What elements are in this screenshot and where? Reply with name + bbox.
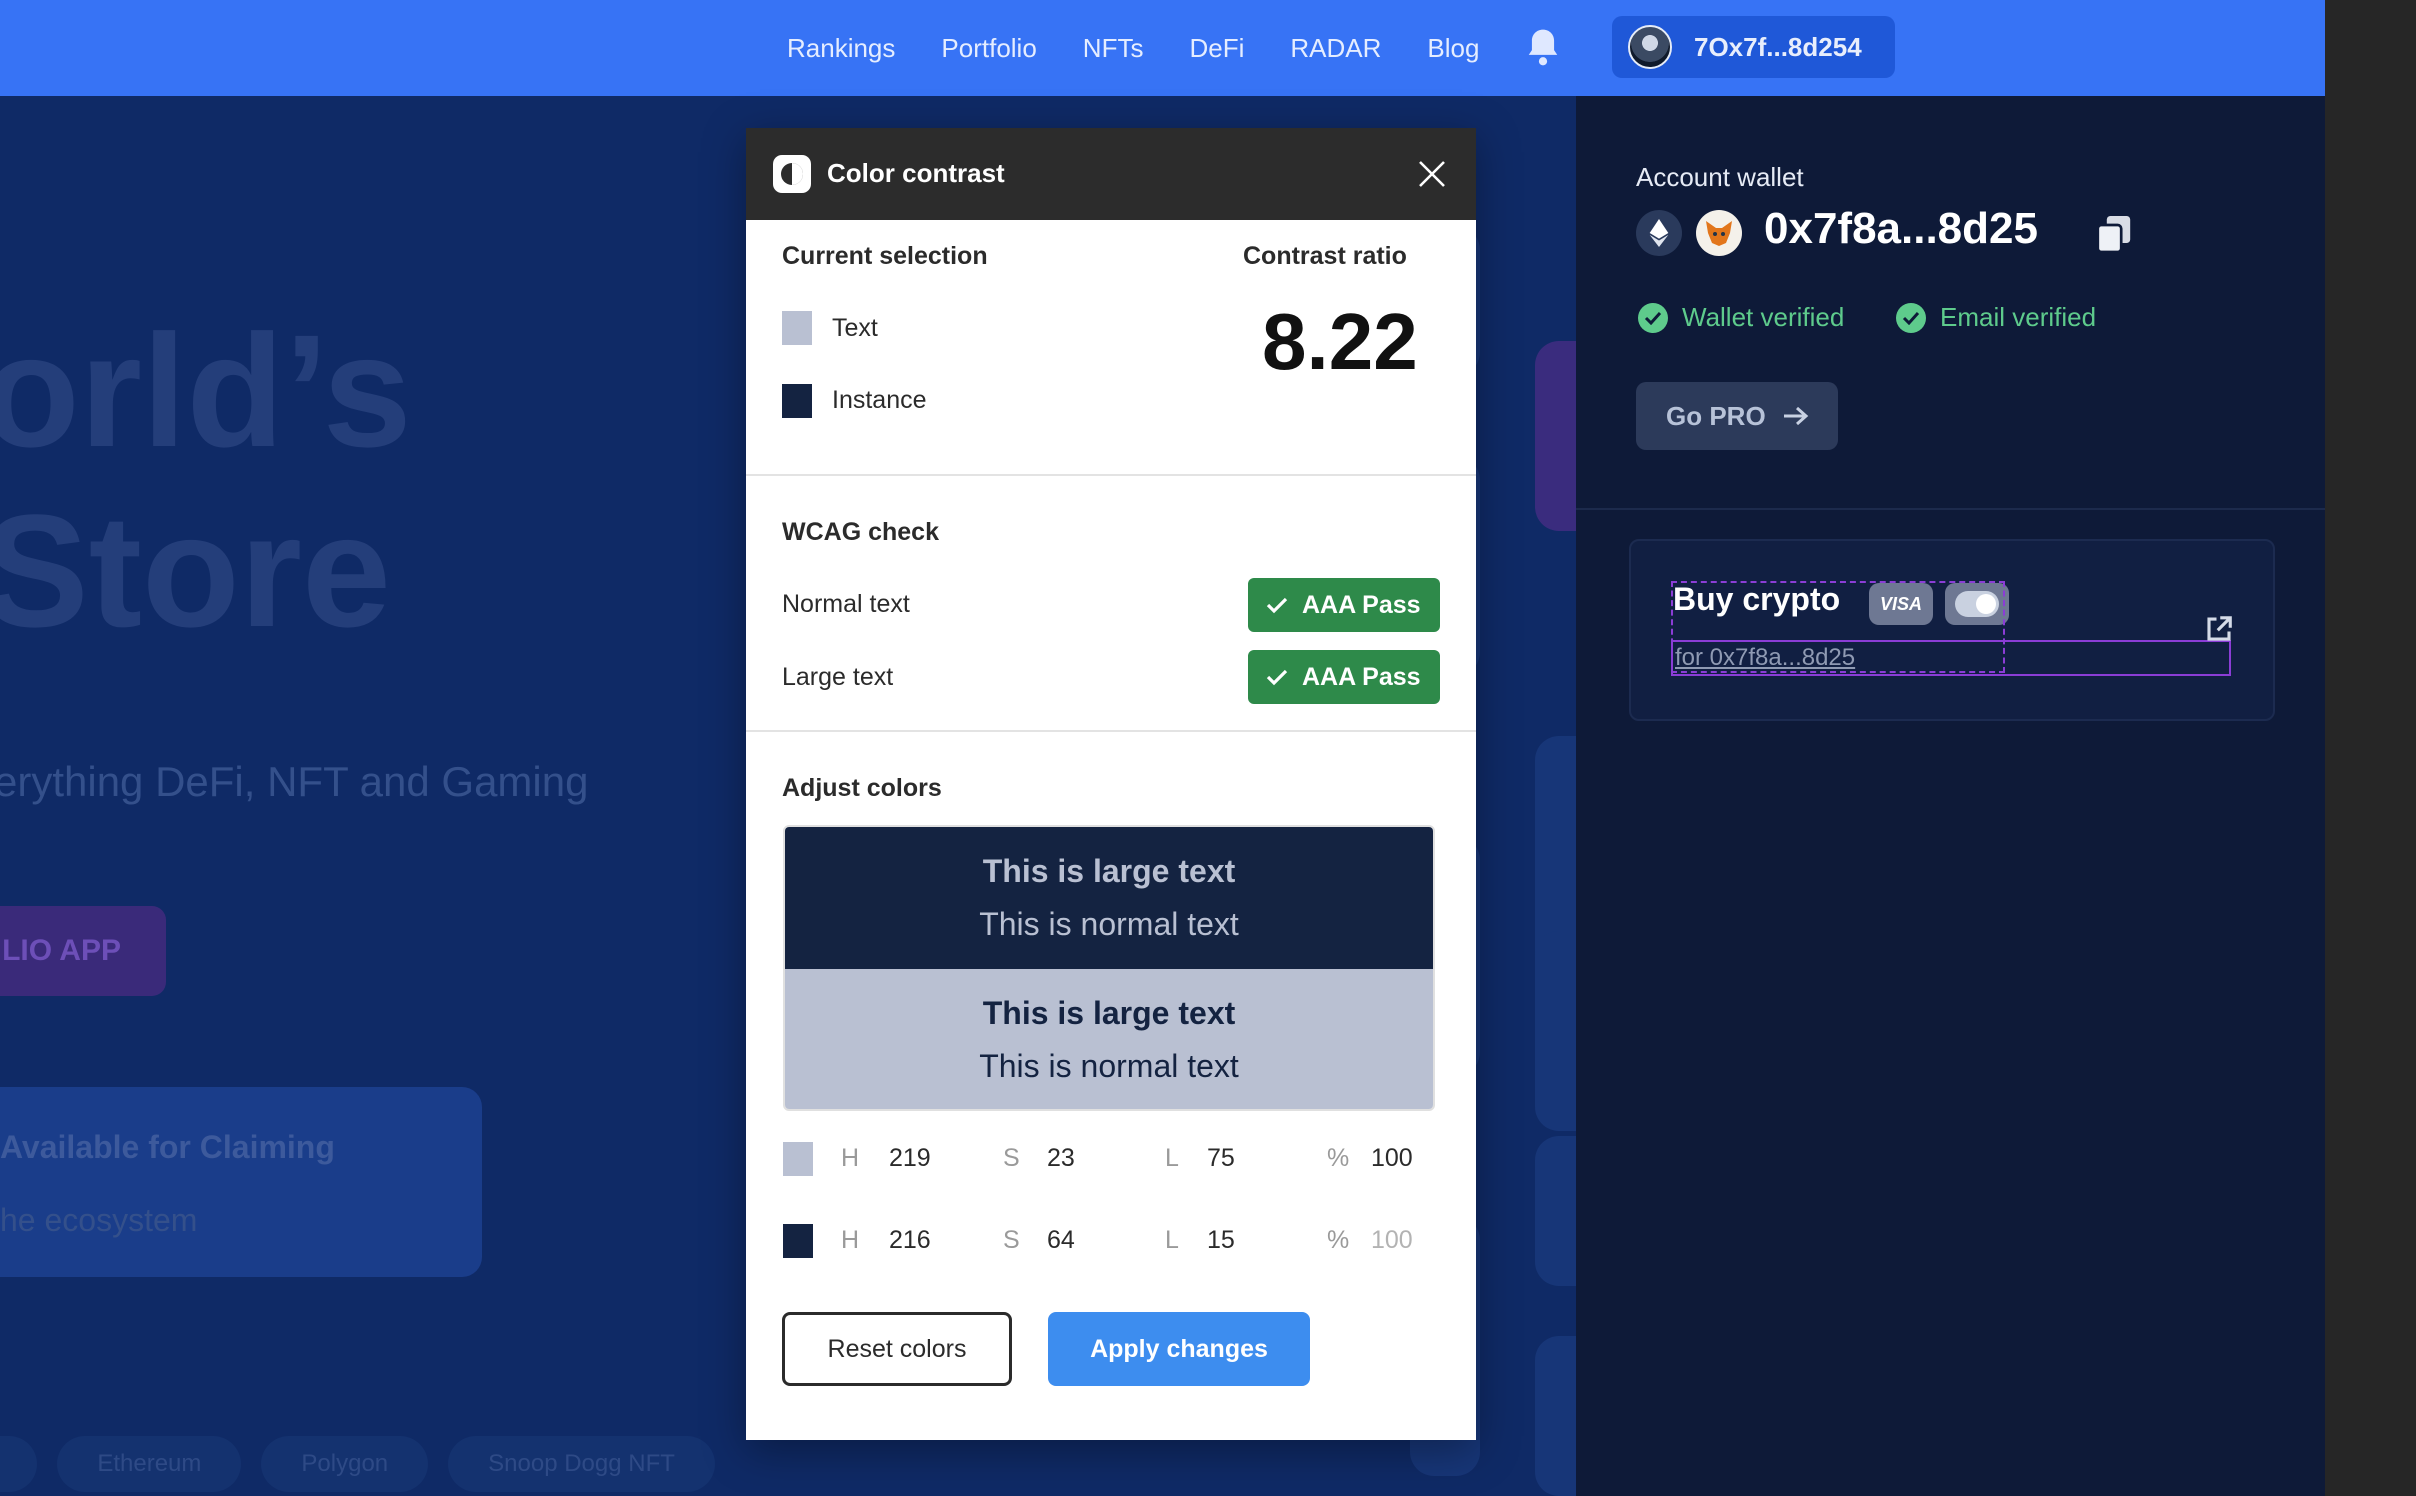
hue-input[interactable]: 216 xyxy=(889,1226,931,1255)
large-text-result: AAA Pass xyxy=(1302,662,1421,691)
email-verified-badge: Email verified xyxy=(1896,302,2096,333)
normal-text-result: AAA Pass xyxy=(1302,590,1421,619)
chip[interactable]: C xyxy=(0,1436,38,1492)
dialog-header: Color contrast xyxy=(746,128,1476,220)
large-text-label: Large text xyxy=(782,663,894,691)
instance-swatch-label: Instance xyxy=(832,386,927,414)
saturation-label: S xyxy=(1003,1144,1020,1172)
reset-colors-button[interactable]: Reset colors xyxy=(782,1312,1012,1386)
account-address: 0x7f8a...8d25 xyxy=(1764,204,2038,253)
opacity-input[interactable]: 100 xyxy=(1371,1226,1413,1255)
preview-normal-text: This is normal text xyxy=(979,906,1239,942)
opacity-input[interactable]: 100 xyxy=(1371,1144,1413,1173)
text-color-hsl-row: H 219 S 23 L 75 % 100 xyxy=(783,1138,1443,1178)
contrast-ratio-value: 8.22 xyxy=(1262,297,1418,386)
wallet-verified-badge: Wallet verified xyxy=(1638,302,1844,333)
app-stage: orld’s Store erything DeFi, NFT and Gami… xyxy=(0,0,2325,1496)
current-selection-heading: Current selection xyxy=(782,242,988,270)
check-circle-icon xyxy=(1896,302,1926,333)
contrast-logo-icon xyxy=(773,155,811,193)
preview-large-text: This is large text xyxy=(982,995,1236,1031)
preview-light-panel: This is large text This is normal text xyxy=(785,969,1433,1109)
buy-crypto-card[interactable]: Buy crypto VISA for 0x7f8a...8d25 xyxy=(1629,539,2275,721)
hero-app-button[interactable]: LIO APP xyxy=(0,906,166,996)
preview-normal-text: This is normal text xyxy=(979,1048,1239,1084)
copy-icon[interactable] xyxy=(2096,214,2132,254)
nav-link-rankings[interactable]: Rankings xyxy=(787,33,895,64)
chip[interactable]: Ethereum xyxy=(57,1436,242,1492)
claim-card-subtitle: he ecosystem xyxy=(0,1202,198,1238)
instance-color-hsl-row: H 216 S 64 L 15 % 100 xyxy=(783,1220,1443,1260)
chip[interactable]: Snoop Dogg NFT xyxy=(448,1436,715,1492)
window-edge xyxy=(2325,0,2416,1496)
nav-link-portfolio[interactable]: Portfolio xyxy=(941,33,1036,64)
saturation-input[interactable]: 64 xyxy=(1047,1226,1075,1255)
wallet-button[interactable]: 7Ox7f...8d254 xyxy=(1612,16,1895,78)
go-pro-label: Go PRO xyxy=(1666,400,1766,431)
normal-text-pass-badge: AAA Pass xyxy=(1248,578,1440,632)
chip[interactable]: Polygon xyxy=(261,1436,429,1492)
contrast-preview: This is large text This is normal text T… xyxy=(783,825,1435,1111)
metamask-fox-icon xyxy=(1696,210,1742,256)
nav-links: Rankings Portfolio NFTs DeFi RADAR Blog xyxy=(787,0,1525,96)
text-color-swatch[interactable] xyxy=(783,1142,813,1176)
lightness-label: L xyxy=(1165,1226,1179,1254)
saturation-input[interactable]: 23 xyxy=(1047,1144,1075,1173)
ethereum-icon xyxy=(1636,210,1682,256)
avatar xyxy=(1628,25,1672,69)
chip-row: C Ethereum Polygon Snoop Dogg NFT xyxy=(0,1436,735,1492)
bell-icon[interactable] xyxy=(1524,26,1562,68)
divider xyxy=(746,474,1476,476)
wcag-check-heading: WCAG check xyxy=(782,518,939,546)
nav-link-nfts[interactable]: NFTs xyxy=(1083,33,1144,64)
divider xyxy=(746,730,1476,732)
email-verified-label: Email verified xyxy=(1940,302,2097,332)
close-icon[interactable] xyxy=(1416,158,1448,190)
lightness-label: L xyxy=(1165,1144,1179,1172)
apply-changes-button[interactable]: Apply changes xyxy=(1048,1312,1310,1386)
preview-large-text: This is large text xyxy=(982,853,1236,889)
claim-card-title: Available for Claiming xyxy=(0,1129,335,1165)
account-panel: Account wallet 0x7f8a...8d25 Wallet veri… xyxy=(1576,96,2325,1496)
text-swatch-label: Text xyxy=(832,314,878,342)
opacity-label: % xyxy=(1327,1226,1350,1254)
nav-link-defi[interactable]: DeFi xyxy=(1189,33,1244,64)
buy-crypto-address: for 0x7f8a...8d25 xyxy=(1675,644,1856,671)
instance-color-swatch[interactable] xyxy=(783,1224,813,1258)
wallet-address: 7Ox7f...8d254 xyxy=(1694,31,1862,62)
lightness-input[interactable]: 15 xyxy=(1207,1226,1235,1255)
check-icon xyxy=(1266,597,1288,614)
contrast-ratio-heading: Contrast ratio xyxy=(1243,242,1407,270)
adjust-colors-heading: Adjust colors xyxy=(782,774,942,802)
account-wallet-label: Account wallet xyxy=(1636,162,1804,192)
hero-title: orld’s Store xyxy=(0,301,412,660)
opacity-label: % xyxy=(1327,1144,1350,1172)
dialog-title: Color contrast xyxy=(827,158,1005,188)
check-circle-icon xyxy=(1638,302,1668,333)
color-contrast-dialog: Color contrast Current selection Contras… xyxy=(746,128,1476,1440)
instance-color-swatch[interactable] xyxy=(782,384,812,418)
account-wallet-section: Account wallet 0x7f8a...8d25 Wallet veri… xyxy=(1576,96,2325,510)
nav-link-blog[interactable]: Blog xyxy=(1427,33,1479,64)
top-nav: Rankings Portfolio NFTs DeFi RADAR Blog … xyxy=(0,0,2325,96)
large-text-pass-badge: AAA Pass xyxy=(1248,650,1440,704)
lightness-input[interactable]: 75 xyxy=(1207,1144,1235,1173)
nav-link-radar[interactable]: RADAR xyxy=(1290,33,1381,64)
go-pro-button[interactable]: Go PRO xyxy=(1636,382,1838,450)
hue-label: H xyxy=(841,1144,860,1172)
preview-dark-panel: This is large text This is normal text xyxy=(785,827,1433,969)
hue-input[interactable]: 219 xyxy=(889,1144,931,1173)
claim-card[interactable]: Available for Claiming he ecosystem xyxy=(0,1087,482,1277)
text-color-swatch[interactable] xyxy=(782,311,812,345)
hero-subtitle: erything DeFi, NFT and Gaming xyxy=(0,758,589,805)
wallet-verified-label: Wallet verified xyxy=(1682,302,1845,332)
check-icon xyxy=(1266,669,1288,686)
arrow-right-icon xyxy=(1783,406,1808,426)
hue-label: H xyxy=(841,1226,860,1254)
saturation-label: S xyxy=(1003,1226,1020,1254)
normal-text-label: Normal text xyxy=(782,590,910,618)
external-link-icon[interactable] xyxy=(2204,614,2234,644)
